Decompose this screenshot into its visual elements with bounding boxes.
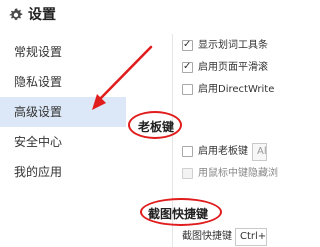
screenshot-key-label: 截图快捷键 [182, 231, 232, 242]
page-title: 设置 [28, 7, 56, 23]
checkbox-directwrite[interactable] [182, 84, 193, 95]
option-label: 启用老板键 [198, 146, 248, 157]
checkbox-word-toolbar[interactable] [182, 37, 193, 53]
checkbox-middle-click-hide[interactable] [182, 168, 193, 179]
option-label: 显示划词工具条 [198, 40, 268, 51]
checkbox-smooth-scroll[interactable] [182, 59, 193, 75]
settings-sidebar: 常规设置 隐私设置 高级设置 安全中心 我的应用 [0, 34, 126, 247]
settings-header: 设置 [0, 0, 267, 34]
checkbox-enable-boss-key[interactable] [182, 146, 193, 157]
sidebar-item-my-apps[interactable]: 我的应用 [0, 157, 126, 187]
section-title-screenshot-key: 截图快捷键 [148, 207, 209, 221]
sidebar-item-security[interactable]: 安全中心 [0, 127, 126, 157]
gear-icon [9, 8, 23, 20]
option-label: 启用DirectWrite [198, 84, 275, 95]
section-title-boss-key: 老板键 [138, 120, 175, 134]
boss-key-shortcut-field[interactable]: Al [252, 143, 267, 161]
screenshot-key-input[interactable]: Ctrl+S [235, 228, 267, 246]
option-label: 启用页面平滑滚 [198, 62, 268, 73]
option-label: 用鼠标中键隐藏浏 [198, 168, 278, 179]
sidebar-item-general[interactable]: 常规设置 [0, 37, 126, 67]
sidebar-item-privacy[interactable]: 隐私设置 [0, 67, 126, 97]
sidebar-item-advanced[interactable]: 高级设置 [0, 97, 126, 127]
